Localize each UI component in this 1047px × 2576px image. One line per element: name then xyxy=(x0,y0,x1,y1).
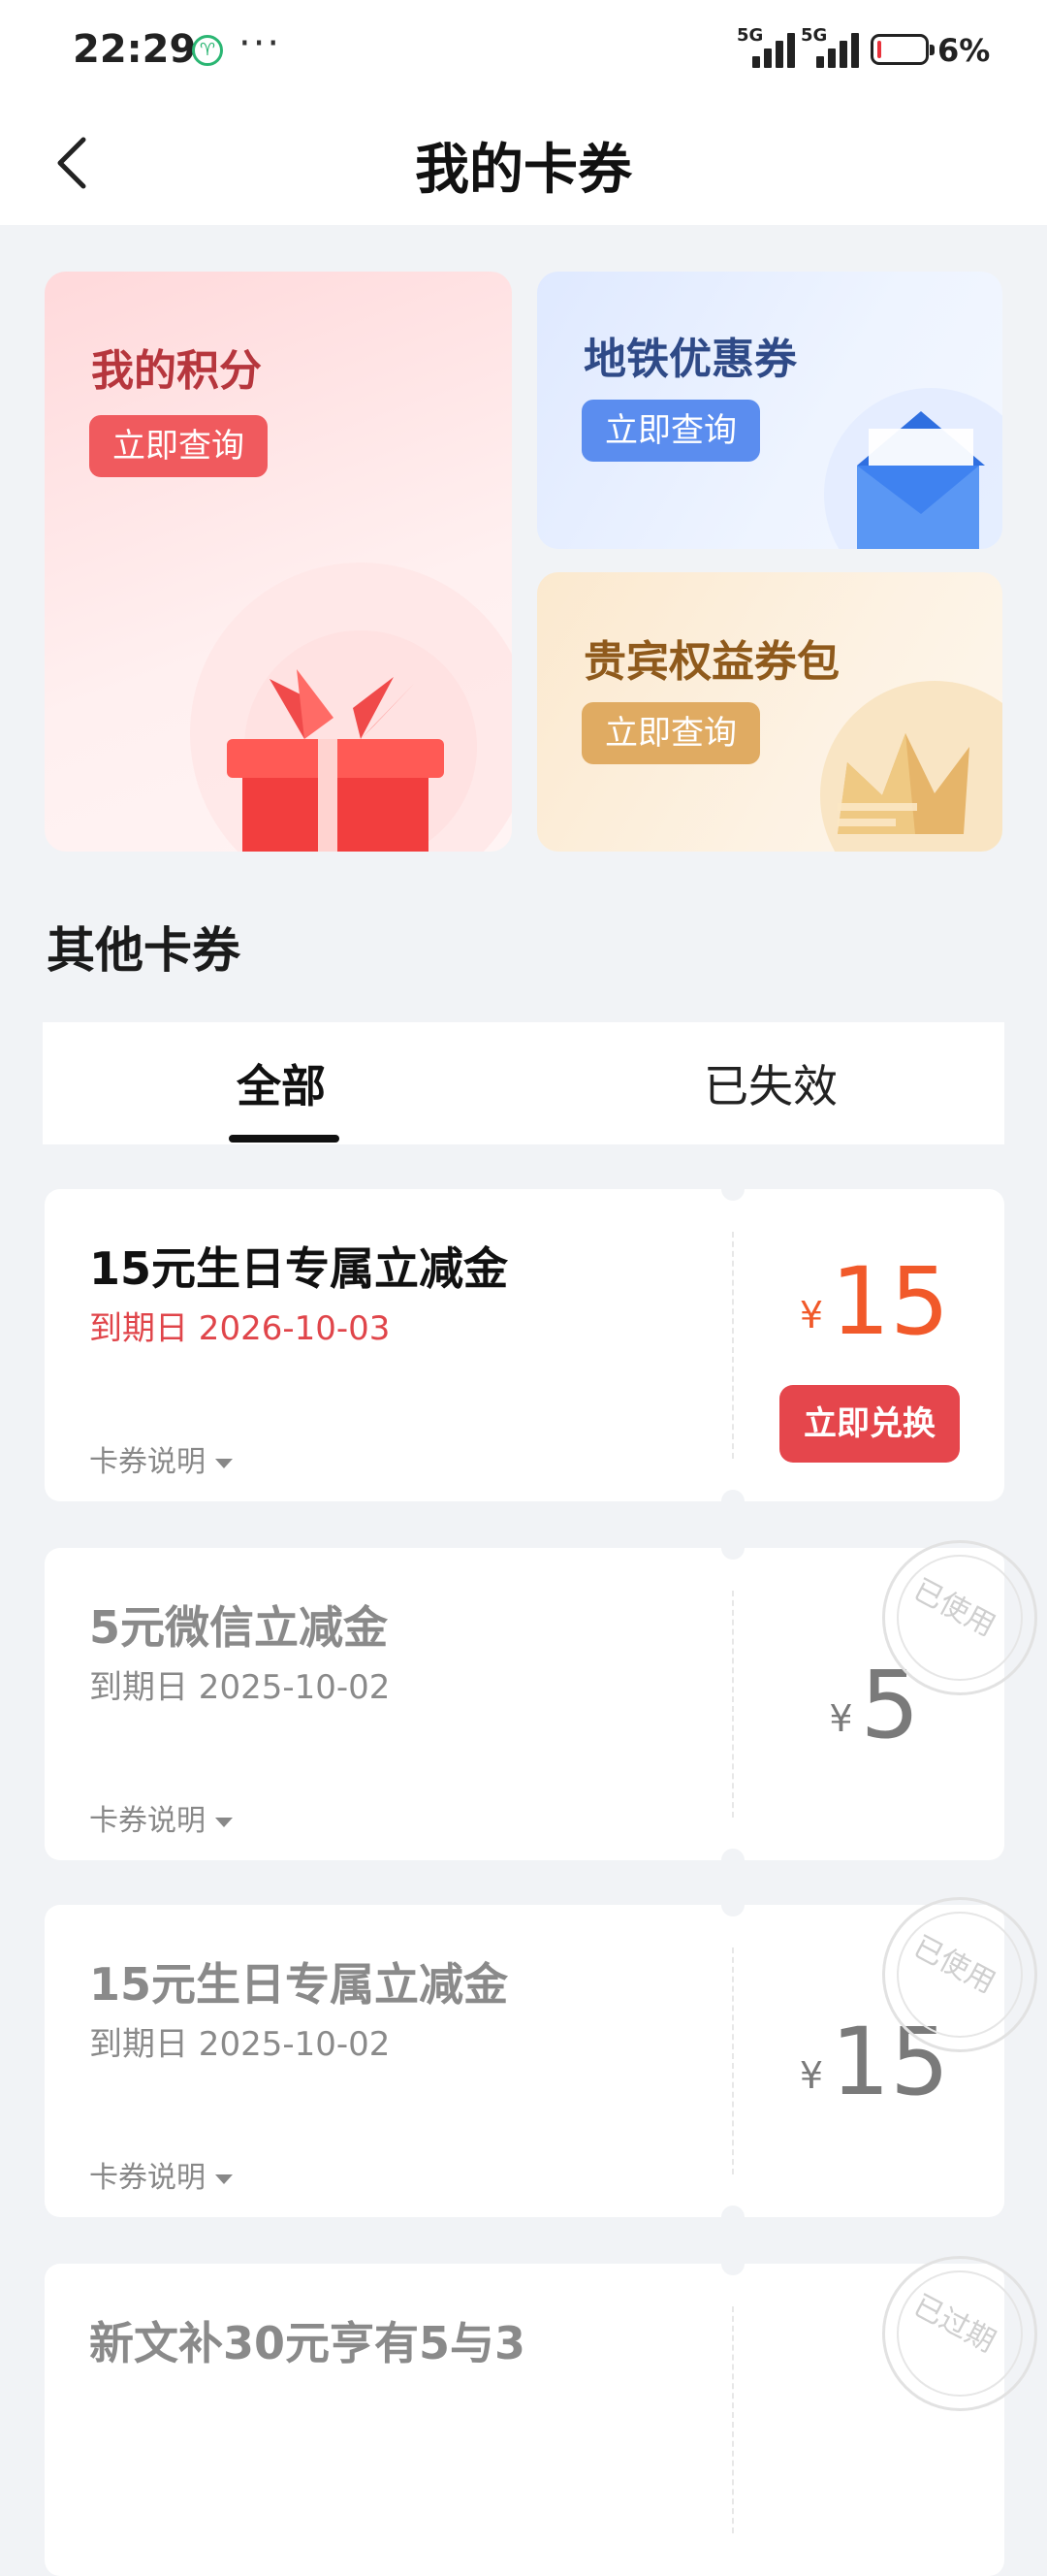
coupon-card[interactable]: 15元生日专属立减金 到期日 2026-10-03 卡券说明 ¥15 立即兑换 xyxy=(45,1177,1004,1513)
coupon-tabs: 全部 已失效 xyxy=(43,1022,1004,1144)
metro-coupon-card[interactable]: 地铁优惠券 立即查询 xyxy=(537,272,1002,549)
signal-icon-sim1: 5G xyxy=(737,25,799,68)
coupon-amount-value: 15 xyxy=(831,1247,950,1356)
signal-icon-sim2: 5G xyxy=(801,25,863,68)
coupon-description-label: 卡券说明 xyxy=(89,2161,206,2195)
tab-active-indicator xyxy=(229,1135,339,1143)
coupon-description-label: 卡券说明 xyxy=(89,1445,206,1479)
battery-icon xyxy=(871,34,935,65)
coupon-expiry: 到期日 2025-10-02 xyxy=(89,1668,391,1707)
coupon-card[interactable]: 5元微信立减金 到期日 2025-10-02 卡券说明 ¥5 已使用 xyxy=(45,1536,1037,1872)
network-type-label: 5G xyxy=(801,25,828,46)
more-notifications-icon: ··· xyxy=(238,21,282,66)
coupon-amount: ¥15 xyxy=(745,1247,1004,1356)
coupon-description-label: 卡券说明 xyxy=(89,1804,206,1838)
metro-query-button[interactable]: 立即查询 xyxy=(582,400,760,462)
battery-level-fill xyxy=(877,41,881,58)
currency-symbol: ¥ xyxy=(829,1697,853,1740)
points-card[interactable]: 我的积分 立即查询 xyxy=(45,272,512,852)
used-stamp: 已使用 xyxy=(882,1540,1037,1695)
status-time: 22:29 xyxy=(73,27,197,72)
expired-stamp: 已过期 xyxy=(882,2256,1037,2411)
tab-all[interactable]: 全部 xyxy=(237,1051,326,1115)
network-type-label: 5G xyxy=(737,25,764,46)
section-title-other-coupons: 其他卡券 xyxy=(47,922,240,979)
points-query-button[interactable]: 立即查询 xyxy=(89,415,268,477)
nav-bar: 我的卡券 xyxy=(0,97,1047,225)
coupon-name: 新文补30元亨有5与3 xyxy=(89,2317,526,2369)
envelope-icon xyxy=(824,388,1002,549)
currency-symbol: ¥ xyxy=(799,2054,824,2097)
vip-card-title: 贵宾权益券包 xyxy=(584,637,840,687)
vip-query-button[interactable]: 立即查询 xyxy=(582,702,760,764)
vip-coupon-pack-card[interactable]: 贵宾权益券包 立即查询 xyxy=(537,572,1002,852)
coupon-card[interactable]: 新文补30元亨有5与3 已过期 xyxy=(45,2252,1037,2576)
coupon-expiry: 到期日 2026-10-03 xyxy=(89,1309,391,1348)
coupon-description-toggle[interactable]: 卡券说明 xyxy=(89,2153,233,2196)
crown-icon xyxy=(820,681,1002,852)
coupon-description-toggle[interactable]: 卡券说明 xyxy=(89,1796,233,1839)
metro-card-title: 地铁优惠券 xyxy=(584,335,797,384)
coupon-name: 15元生日专属立减金 xyxy=(89,1958,509,2011)
caret-down-icon xyxy=(215,1817,233,1827)
caret-down-icon xyxy=(215,2174,233,2184)
tab-expired[interactable]: 已失效 xyxy=(704,1051,838,1115)
redeem-button[interactable]: 立即兑换 xyxy=(779,1385,960,1463)
coupon-description-toggle[interactable]: 卡券说明 xyxy=(89,1437,233,1480)
app-notification-icon: ♈ xyxy=(192,35,223,66)
coupon-expiry: 到期日 2025-10-02 xyxy=(89,2025,391,2064)
status-bar: 22:29 ♈ ··· 5G 5G 6% xyxy=(0,0,1047,97)
caret-down-icon xyxy=(215,1458,233,1468)
gift-icon xyxy=(190,563,512,852)
currency-symbol: ¥ xyxy=(799,1294,824,1336)
used-stamp: 已使用 xyxy=(882,1897,1037,2052)
points-card-title: 我的积分 xyxy=(91,346,262,396)
page-title: 我的卡券 xyxy=(415,139,632,202)
coupon-name: 5元微信立减金 xyxy=(89,1601,389,1654)
coupon-card[interactable]: 15元生日专属立减金 到期日 2025-10-02 卡券说明 ¥15 已使用 xyxy=(45,1893,1037,2229)
coupon-name: 15元生日专属立减金 xyxy=(89,1242,509,1295)
battery-percent: 6% xyxy=(937,32,991,69)
